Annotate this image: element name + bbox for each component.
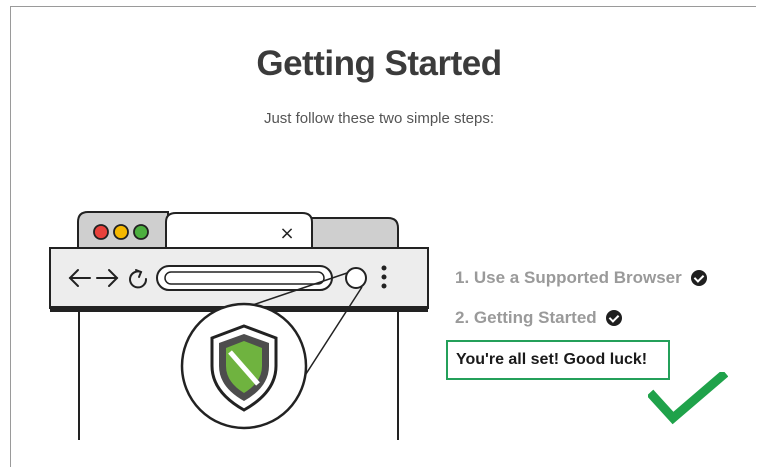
tab-close-icon: × <box>279 223 294 244</box>
step-label: 2. Getting Started <box>455 308 597 327</box>
check-circle-icon <box>605 310 622 326</box>
step-item-supported-browser: 1. Use a Supported Browser <box>455 268 707 288</box>
step-item-getting-started: 2. Getting Started <box>455 308 622 328</box>
completion-text: You're all set! Good luck! <box>456 351 648 368</box>
kebab-menu-icon <box>381 265 387 289</box>
traffic-light-icons <box>93 224 149 240</box>
check-circle-icon <box>690 270 707 286</box>
completion-message: You're all set! Good luck! <box>446 340 670 380</box>
browser-illustration: × <box>49 211 429 440</box>
success-check-icon <box>648 372 728 425</box>
step-label: 1. Use a Supported Browser <box>455 268 682 287</box>
